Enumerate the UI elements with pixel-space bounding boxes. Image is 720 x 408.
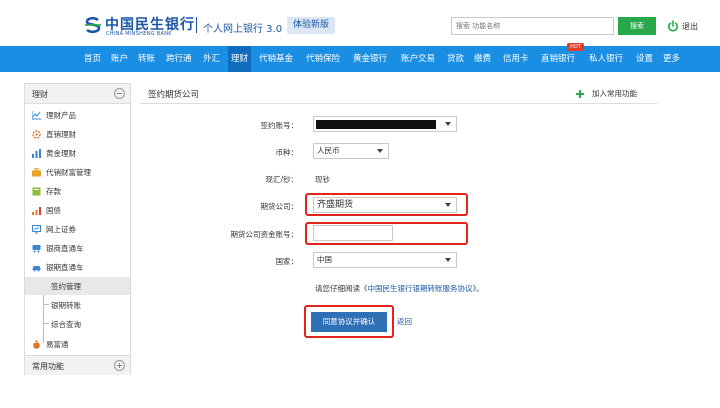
page-title: 签约期货公司 — [148, 90, 200, 100]
search-input[interactable] — [451, 17, 614, 35]
chart-line-icon — [32, 110, 41, 119]
sidebar-title: 理财 — [32, 90, 48, 99]
nav-transfer[interactable]: 转账 — [138, 46, 155, 72]
chevron-down-icon — [445, 258, 451, 262]
sidebar-item-bank-futures[interactable]: 银期直通车 — [25, 258, 130, 276]
fund-account-label: 期货公司资金账号： — [230, 230, 299, 239]
divider — [140, 103, 657, 104]
minsheng-logo-icon — [85, 17, 101, 33]
sidebar-item-direct-wealth[interactable]: 直销理财 — [25, 125, 130, 143]
sidebar-item-deposit[interactable]: 存款 — [25, 182, 130, 200]
nav-account-trading[interactable]: 账户交易 — [401, 46, 435, 72]
sidebar-item-agency-wealth[interactable]: 代销财富管理 — [25, 163, 130, 181]
sidebar-item-bank-merchant[interactable]: 银商直通车 — [25, 239, 130, 257]
currency-label: 币种： — [275, 148, 299, 157]
futures-company-label: 期货公司： — [260, 202, 299, 211]
chevron-down-icon — [377, 149, 383, 153]
sidebar-header[interactable]: 理财 — [25, 84, 130, 104]
nav-loans[interactable]: 贷款 — [447, 46, 464, 72]
logout-button[interactable]: 退出 — [667, 18, 698, 34]
train-icon — [32, 244, 41, 252]
plus-icon — [576, 89, 584, 98]
cash-type-value: 现钞 — [315, 175, 330, 184]
account-select[interactable] — [313, 116, 457, 132]
rising-bars-icon — [32, 206, 41, 215]
back-link[interactable]: 返回 — [397, 316, 412, 327]
bar-chart-icon — [32, 148, 41, 158]
header-divider — [196, 17, 197, 33]
futures-company-select[interactable]: 齐盛期货 — [313, 197, 457, 213]
search-button[interactable]: 搜索 — [618, 17, 656, 35]
money-bag-icon — [33, 340, 40, 349]
hot-badge: HOT — [567, 43, 584, 51]
nav-insurance[interactable]: 代销保险 — [306, 46, 340, 72]
sidebar-footer[interactable]: 常用功能 — [25, 355, 130, 375]
sidebar-sub-bank-futures-transfer[interactable]: 银期转账 — [25, 296, 130, 314]
book-icon — [32, 187, 41, 195]
nav-payments[interactable]: 缴费 — [474, 46, 491, 72]
sidebar-item-gold-wealth[interactable]: 黄金理财 — [25, 144, 130, 162]
nav-funds[interactable]: 代销基金 — [259, 46, 293, 72]
nav-credit-card[interactable]: 信用卡 — [503, 46, 529, 72]
currency-select[interactable]: 人民币 — [313, 143, 389, 159]
sidebar-item-bonds[interactable]: 国债 — [25, 201, 130, 219]
chevron-down-icon — [445, 203, 451, 207]
sidebar-sub-contract-management[interactable]: 签约管理 — [25, 277, 130, 295]
common-functions-label: 常用功能 — [32, 362, 64, 371]
nav-gold[interactable]: 黄金银行 — [353, 46, 387, 72]
brand-name-en: CHINA MINSHENG BANK — [106, 31, 172, 37]
logout-label: 退出 — [682, 21, 698, 31]
cash-type-label: 现汇/钞： — [265, 175, 298, 184]
nav-forex[interactable]: 外汇 — [203, 46, 220, 72]
nav-settings[interactable]: 设置 — [636, 46, 653, 72]
trial-new-version-button[interactable]: 体验新版 — [287, 17, 336, 34]
gear-icon — [32, 129, 41, 139]
nav-private-bank[interactable]: 私人银行 — [589, 46, 623, 72]
chevron-down-icon — [445, 122, 451, 126]
sidebar-item-yifutong[interactable]: 易富通 — [25, 335, 130, 353]
sidebar: 理财 理财产品 直销理财 黄金理财 代销财富管理 存款 国债 网上证券 银商直通… — [24, 83, 131, 375]
sidebar-item-online-securities[interactable]: 网上证券 — [25, 220, 130, 238]
briefcase-icon — [32, 167, 41, 176]
agree-and-confirm-button[interactable]: 同意协议并确认 — [311, 312, 387, 332]
sidebar-sub-overall-query[interactable]: 综合查询 — [25, 315, 130, 333]
main-nav: 首页 账户 转账 跨行通 外汇 理财 代销基金 代销保险 黄金银行 账户交易 贷… — [0, 46, 720, 72]
nav-more[interactable]: 更多 — [663, 46, 680, 72]
power-icon — [668, 20, 678, 32]
country-select[interactable]: 中国 — [313, 252, 457, 268]
agreement-notice: 请您仔细阅读《中国民生银行银期转账服务协议》。 — [315, 284, 484, 293]
redacted-account-number — [316, 120, 436, 129]
nav-home[interactable]: 首页 — [84, 46, 101, 72]
expand-icon[interactable] — [114, 360, 125, 371]
monitor-icon — [32, 224, 41, 233]
account-label: 签约账号： — [260, 121, 299, 130]
add-common-function-button[interactable]: 加入常用功能 — [576, 88, 637, 99]
agreement-link[interactable]: 《中国民生银行银期转账服务协议》 — [360, 284, 476, 293]
fund-account-input[interactable] — [313, 225, 393, 241]
nav-account[interactable]: 账户 — [111, 46, 128, 72]
product-name: 个人网上银行 3.0 — [203, 24, 283, 35]
sidebar-item-wealth-products[interactable]: 理财产品 — [25, 106, 130, 124]
country-label: 国家： — [275, 257, 299, 266]
car-icon — [32, 265, 41, 271]
nav-cross-bank[interactable]: 跨行通 — [166, 46, 192, 72]
collapse-icon[interactable] — [114, 88, 125, 99]
nav-wealth[interactable]: 理财 — [228, 46, 252, 72]
header: 中国民生银行 CHINA MINSHENG BANK 个人网上银行 3.0 体验… — [0, 0, 720, 46]
